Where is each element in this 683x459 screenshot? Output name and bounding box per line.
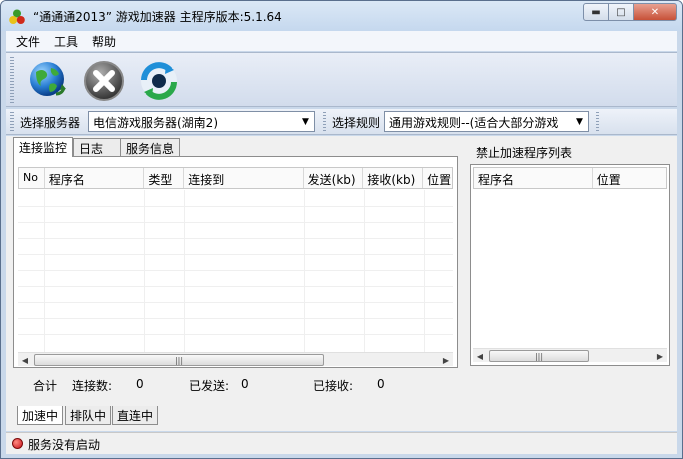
tab-direct[interactable]: 直连中 bbox=[112, 406, 159, 425]
selector-grip[interactable] bbox=[10, 112, 14, 132]
sent-label: 已发送: bbox=[189, 379, 230, 393]
status-indicator-icon bbox=[12, 438, 23, 449]
rule-select-value: 通用游戏规则--(适合大部分游戏 bbox=[389, 116, 559, 130]
col-no[interactable]: No bbox=[19, 168, 45, 188]
scroll-thumb[interactable]: ||| bbox=[489, 350, 589, 362]
window-controls: ▬ □ ✕ bbox=[583, 3, 677, 21]
col-received-kb[interactable]: 接收(kb) bbox=[363, 168, 424, 188]
menu-tools[interactable]: 工具 bbox=[54, 33, 78, 50]
blocked-list-title: 禁止加速程序列表 bbox=[476, 146, 573, 160]
tab-connection-monitor[interactable]: 连接监控 bbox=[13, 137, 74, 157]
status-bar: 服务没有启动 bbox=[6, 432, 677, 454]
connect-button[interactable] bbox=[26, 58, 72, 104]
window-title: “通通通2013” 游戏加速器 主程序版本:5.1.64 bbox=[33, 10, 282, 24]
col-sent-kb[interactable]: 发送(kb) bbox=[304, 168, 364, 188]
col-blocked-program-name[interactable]: 程序名 bbox=[474, 168, 593, 188]
main-content: 连接监控 日志 服务信息 No 程序名 类型 连接到 发送(kb) 接收(kb)… bbox=[6, 136, 677, 431]
stats-bar: 合计 连接数: 0 已发送: 0 已接收: 0 bbox=[6, 372, 461, 394]
maximize-button[interactable]: □ bbox=[608, 3, 634, 21]
scroll-right-icon[interactable]: ▶ bbox=[440, 354, 452, 366]
menu-bar: 文件 工具 帮助 bbox=[6, 31, 677, 51]
connections-count-value: 0 bbox=[136, 377, 144, 391]
stop-button[interactable] bbox=[81, 58, 127, 104]
chevron-down-icon: ▼ bbox=[571, 112, 588, 131]
server-label: 选择服务器 bbox=[20, 116, 81, 130]
col-program-name[interactable]: 程序名 bbox=[45, 168, 145, 188]
title-bar[interactable]: “通通通2013” 游戏加速器 主程序版本:5.1.64 ▬ □ ✕ bbox=[1, 1, 682, 31]
scroll-left-icon[interactable]: ◀ bbox=[19, 354, 31, 366]
tab-accelerating[interactable]: 加速中 bbox=[17, 406, 64, 425]
separator bbox=[596, 112, 599, 132]
switch-button[interactable] bbox=[136, 58, 182, 104]
connections-count-label: 连接数: bbox=[72, 379, 113, 393]
connections-table-header: No 程序名 类型 连接到 发送(kb) 接收(kb) 位置 bbox=[18, 167, 453, 189]
menu-file[interactable]: 文件 bbox=[16, 33, 40, 50]
close-icon: ✕ bbox=[650, 6, 660, 18]
app-window: “通通通2013” 游戏加速器 主程序版本:5.1.64 ▬ □ ✕ 文件 工具… bbox=[0, 0, 683, 459]
col-location[interactable]: 位置 bbox=[423, 168, 452, 188]
globe-connect-icon bbox=[30, 62, 66, 96]
minimize-icon: ▬ bbox=[591, 6, 601, 18]
blocked-table-header: 程序名 位置 bbox=[473, 167, 667, 189]
connections-hscrollbar[interactable]: ◀ ||| ▶ bbox=[18, 352, 453, 366]
server-select-value: 电信游戏服务器(湖南2) bbox=[93, 116, 218, 130]
separator bbox=[323, 112, 326, 132]
toolbar-grip[interactable] bbox=[10, 57, 14, 103]
scroll-thumb[interactable]: ||| bbox=[34, 354, 324, 366]
chevron-down-icon: ▼ bbox=[302, 116, 309, 127]
maximize-icon: □ bbox=[616, 6, 626, 18]
tab-log[interactable]: 日志 bbox=[73, 138, 121, 157]
total-label: 合计 bbox=[33, 379, 58, 393]
refresh-switch-icon bbox=[141, 62, 177, 100]
scroll-left-icon[interactable]: ◀ bbox=[474, 350, 486, 362]
col-blocked-location[interactable]: 位置 bbox=[593, 168, 666, 188]
tab-queued[interactable]: 排队中 bbox=[65, 406, 112, 425]
connections-table-body bbox=[18, 190, 453, 352]
tri-circle-icon bbox=[9, 9, 25, 24]
connections-panel: No 程序名 类型 连接到 发送(kb) 接收(kb) 位置 ◀ ||| ▶ bbox=[13, 156, 458, 368]
received-label: 已接收: bbox=[313, 379, 354, 393]
col-connect-to[interactable]: 连接到 bbox=[184, 168, 304, 188]
status-text: 服务没有启动 bbox=[28, 438, 101, 452]
minimize-button[interactable]: ▬ bbox=[583, 3, 609, 21]
received-value: 0 bbox=[377, 377, 385, 391]
blocked-hscrollbar[interactable]: ◀ ||| ▶ bbox=[473, 348, 667, 362]
stop-x-icon bbox=[84, 61, 124, 101]
server-select[interactable]: 电信游戏服务器(湖南2) ▼ bbox=[88, 111, 315, 132]
rule-label: 选择规则 bbox=[332, 116, 381, 130]
rule-select[interactable]: 通用游戏规则--(适合大部分游戏 ▼ bbox=[384, 111, 589, 132]
col-type[interactable]: 类型 bbox=[144, 168, 185, 188]
blocked-list-panel: 程序名 位置 ◀ ||| ▶ bbox=[470, 164, 670, 366]
menu-help[interactable]: 帮助 bbox=[92, 33, 116, 50]
sent-value: 0 bbox=[241, 377, 249, 391]
selector-bar: 选择服务器 电信游戏服务器(湖南2) ▼ 选择规则 通用游戏规则--(适合大部分… bbox=[6, 109, 677, 135]
toolbar bbox=[6, 52, 677, 107]
close-button[interactable]: ✕ bbox=[633, 3, 677, 21]
scroll-right-icon[interactable]: ▶ bbox=[654, 350, 666, 362]
tab-service-info[interactable]: 服务信息 bbox=[120, 138, 181, 157]
